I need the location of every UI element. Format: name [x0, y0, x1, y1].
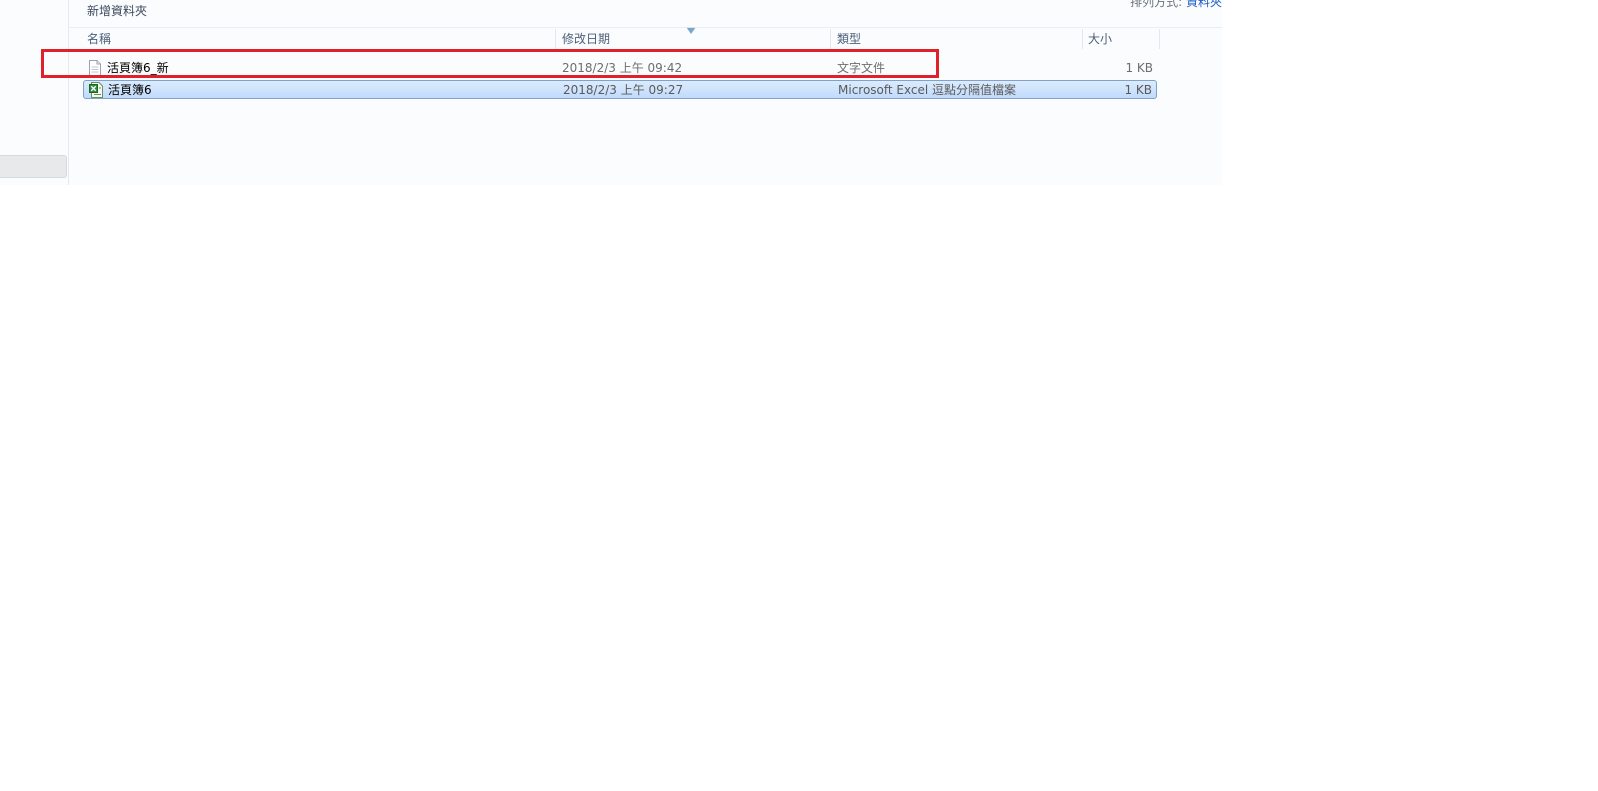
navigation-pane [0, 0, 69, 185]
file-type: Microsoft Excel 逗點分隔值檔案 [838, 83, 1017, 97]
column-divider[interactable] [1159, 29, 1160, 49]
file-date: 2018/2/3 上午 09:42 [562, 61, 683, 75]
file-size: 1 KB [1125, 61, 1153, 75]
column-header-size[interactable]: 大小 [1083, 28, 1159, 50]
column-header-type[interactable]: 類型 [832, 28, 1082, 50]
column-divider[interactable] [830, 29, 831, 49]
folder-title: 新增資料夾 [87, 4, 148, 18]
file-date: 2018/2/3 上午 09:27 [563, 83, 684, 97]
column-header-row: 名稱 修改日期 ▼ 類型 大小 [69, 26, 1222, 50]
text-file-icon [89, 60, 101, 76]
arrange-by-dropdown[interactable]: 資料夾 [1186, 0, 1222, 9]
file-explorer-window: 新增資料夾 排列方式: 資料夾 名稱 修改日期 ▼ 類型 大小 活頁簿6_新 2… [0, 0, 1222, 185]
column-divider[interactable] [555, 29, 556, 49]
file-name: 活頁簿6_新 [107, 61, 169, 75]
file-list-pane: 新增資料夾 排列方式: 資料夾 名稱 修改日期 ▼ 類型 大小 活頁簿6_新 2… [69, 0, 1222, 185]
file-row[interactable]: 活頁簿6_新 2018/2/3 上午 09:42 文字文件 1 KB [83, 59, 1157, 78]
excel-csv-file-icon [89, 82, 103, 98]
file-type: 文字文件 [837, 61, 886, 75]
file-name: 活頁簿6 [108, 83, 152, 97]
arrange-by: 排列方式: 資料夾 [1130, 0, 1222, 10]
nav-pane-item[interactable] [0, 155, 67, 178]
sort-arrow-icon: ▼ [686, 26, 696, 35]
column-header-name[interactable]: 名稱 [82, 28, 555, 50]
arrange-by-label: 排列方式: [1130, 0, 1183, 9]
file-row-selected[interactable]: 活頁簿6 2018/2/3 上午 09:27 Microsoft Excel 逗… [83, 80, 1157, 99]
file-size: 1 KB [1124, 83, 1152, 97]
